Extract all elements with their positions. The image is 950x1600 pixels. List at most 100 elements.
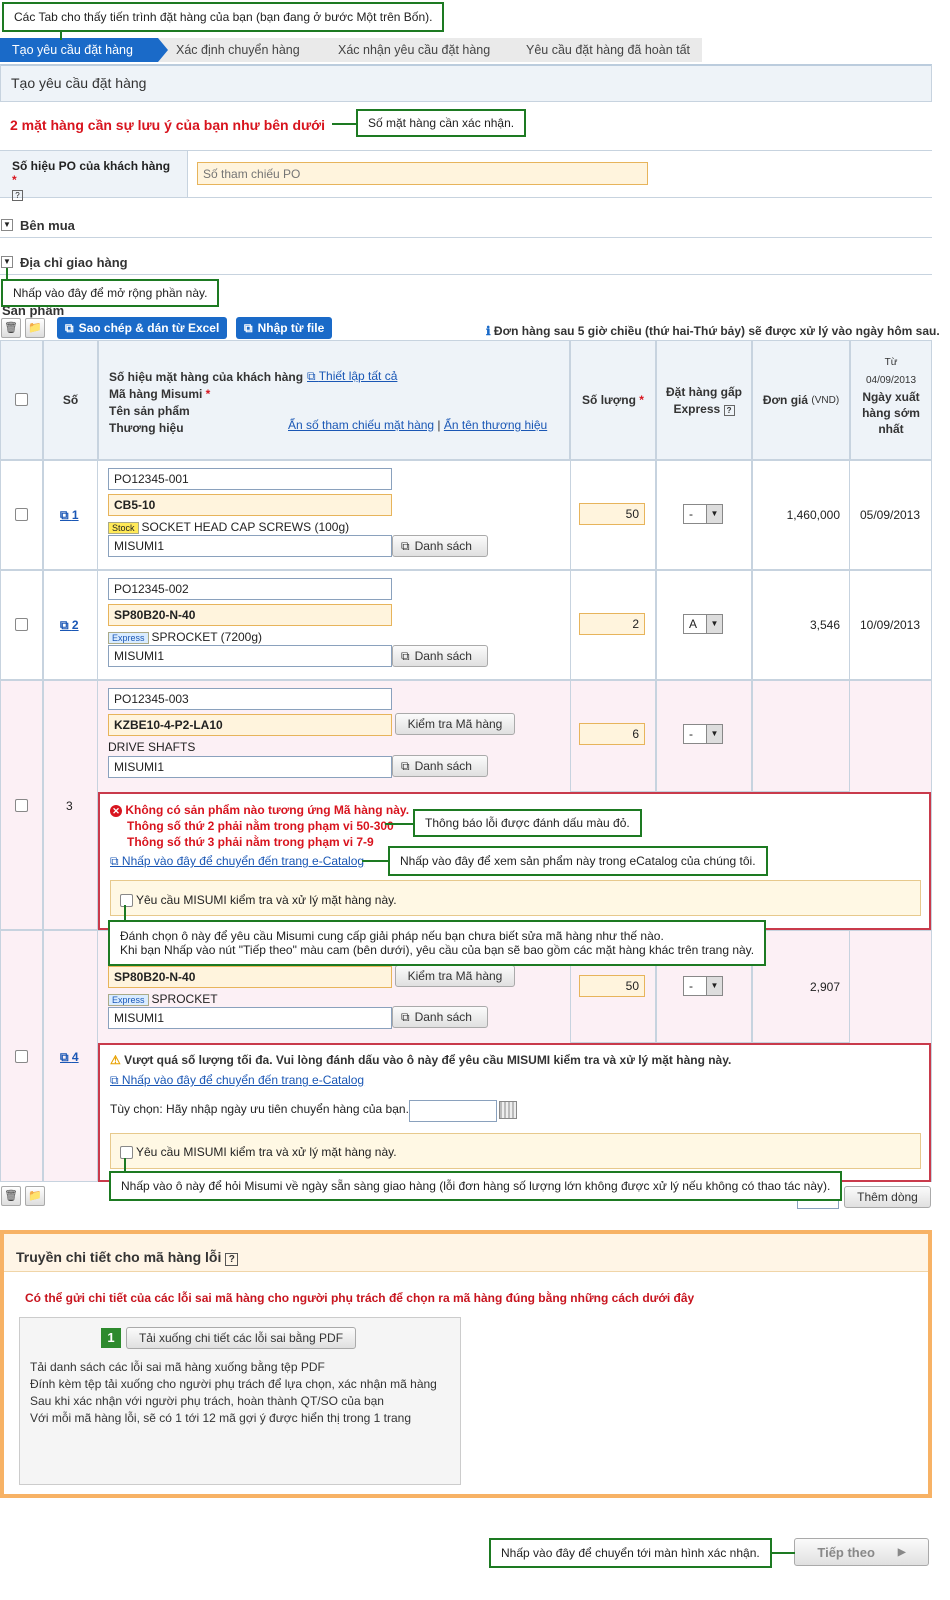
unit-price: 1,460,000 — [786, 508, 840, 522]
list-button[interactable]: ⧉ Danh sách — [392, 535, 488, 557]
product-name: Stock SOCKET HEAD CAP SCREWS (100g) — [108, 520, 349, 534]
callout-expand: Nhấp vào đây để mở rộng phần này. — [1, 279, 220, 307]
po-row: Số hiệu PO của khách hàng *? — [0, 150, 932, 201]
tab-confirm[interactable]: Xác nhận yêu cầu đặt hàng — [320, 38, 518, 62]
unit-price: 2,907 — [809, 980, 840, 994]
calendar-icon[interactable] — [499, 1101, 517, 1119]
help-icon[interactable]: ? — [225, 1253, 239, 1266]
row-checkbox[interactable] — [15, 618, 28, 631]
product-name: DRIVE SHAFTS — [108, 740, 196, 754]
delete-icon[interactable]: 🗑 — [1, 318, 21, 338]
check-code-button[interactable]: Kiểm tra Mã hàng — [395, 965, 515, 987]
customer-part-input[interactable]: PO12345-003 — [108, 688, 392, 710]
hide-ref-link[interactable]: Ẩn số tham chiếu mặt hàng — [288, 418, 434, 432]
detail-subtitle: Có thể gửi chi tiết của các lỗi sai mã h… — [25, 1291, 695, 1305]
header-no: Số — [43, 340, 98, 460]
progress-tabs: Tạo yêu cầu đặt hàng Xác định chuyển hàn… — [0, 38, 702, 62]
request-label: Yêu cầu MISUMI kiểm tra và xử lý mặt hàn… — [136, 893, 397, 907]
warning-icon: ⚠ — [110, 1053, 121, 1067]
stock-badge: Stock — [108, 522, 139, 534]
ecatalog-link[interactable]: ⧉ Nhấp vào đây để chuyển đến trang e-Cat… — [110, 854, 364, 869]
product-name: Express SPROCKET (7200g) — [108, 630, 262, 644]
tab-complete[interactable]: Yêu cầu đặt hàng đã hoàn tất — [508, 38, 702, 62]
add-row-button[interactable]: Thêm dòng — [844, 1186, 931, 1208]
brand-input[interactable]: MISUMI1 — [108, 535, 392, 557]
detail-title: Truyền chi tiết cho mã hàng lỗi ? — [16, 1249, 239, 1266]
qty-input[interactable]: 6 — [579, 723, 645, 745]
detail-instructions: Tải danh sách các lỗi sai mã hàng xuống … — [30, 1360, 437, 1425]
row-number: 3 — [66, 799, 73, 813]
unit-price: 3,546 — [809, 618, 840, 632]
po-input[interactable] — [197, 162, 648, 185]
window-icon: ⧉ — [401, 758, 410, 773]
ship-date: 05/09/2013 — [859, 508, 921, 522]
download-pdf-button[interactable]: Tải xuống chi tiết các lỗi sai bằng PDF — [126, 1327, 356, 1349]
brand-input[interactable]: MISUMI1 — [108, 1007, 392, 1029]
brand-input[interactable]: MISUMI1 — [108, 645, 392, 667]
next-button[interactable]: Tiếp theo ▶ — [794, 1538, 929, 1566]
qty-input[interactable]: 50 — [579, 975, 645, 997]
check-code-button[interactable]: Kiểm tra Mã hàng — [395, 713, 515, 735]
ecatalog-link[interactable]: ⧉ Nhấp vào đây để chuyển đến trang e-Cat… — [110, 1073, 364, 1088]
misumi-code-input[interactable]: SP80B20-N-40 — [108, 604, 392, 626]
customer-part-input[interactable]: PO12345-001 — [108, 468, 392, 490]
select-all-checkbox[interactable] — [15, 393, 28, 406]
folder-icon[interactable]: 📁 — [25, 1186, 45, 1206]
request-label: Yêu cầu MISUMI kiểm tra và xử lý mặt hàn… — [136, 1145, 397, 1159]
list-button[interactable]: ⧉ Danh sách — [392, 645, 488, 667]
callout-count: Số mặt hàng cần xác nhận. — [356, 109, 527, 137]
help-icon[interactable]: ? — [12, 190, 23, 201]
window-icon: ⧉ — [65, 320, 74, 335]
tab-shipping[interactable]: Xác định chuyển hàng — [158, 38, 330, 62]
delete-icon[interactable]: 🗑 — [1, 1186, 21, 1206]
misumi-code-input[interactable]: KZBE10-4-P2-LA10 — [108, 714, 392, 736]
row-checkbox[interactable] — [15, 799, 28, 812]
callout-ecatalog: Nhấp vào đây để xem sản phẩm này trong e… — [388, 846, 768, 876]
callout-next: Nhấp vào đây để chuyển tới màn hình xác … — [489, 1538, 772, 1568]
express-select[interactable]: A — [683, 614, 723, 634]
express-select[interactable]: - — [683, 976, 723, 996]
ship-date: 10/09/2013 — [859, 618, 921, 632]
header-ship-date: Từ 04/09/2013 Ngày xuất hàng sớm nhất — [850, 340, 932, 460]
copy-excel-button[interactable]: ⧉ Sao chép & dán từ Excel — [57, 317, 228, 339]
express-select[interactable]: - — [683, 724, 723, 744]
buyer-section[interactable]: Bên mua — [0, 218, 932, 238]
callout-date: Nhấp vào ô này để hỏi Misumi về ngày sẵn… — [109, 1171, 843, 1201]
express-badge: Express — [108, 632, 149, 644]
help-icon[interactable]: ? — [723, 405, 735, 416]
qty-input[interactable]: 2 — [579, 613, 645, 635]
misumi-code-input[interactable]: SP80B20-N-40 — [108, 966, 392, 988]
row-checkbox[interactable] — [15, 508, 28, 521]
header-express: Đặt hàng gấp Express ? — [656, 340, 752, 460]
row-checkbox[interactable] — [15, 1050, 28, 1063]
request-checkbox[interactable] — [120, 1146, 133, 1159]
preferred-date-input[interactable] — [409, 1100, 497, 1122]
request-checkbox[interactable] — [120, 894, 133, 907]
customer-part-input[interactable]: PO12345-002 — [108, 578, 392, 600]
brand-input[interactable]: MISUMI1 — [108, 756, 392, 778]
product-name: Express SPROCKET — [108, 992, 218, 1006]
window-icon: ⧉ — [401, 1009, 410, 1024]
misumi-code-input[interactable]: CB5-10 — [108, 494, 392, 516]
qty-input[interactable]: 50 — [579, 503, 645, 525]
tab-create-order[interactable]: Tạo yêu cầu đặt hàng — [0, 38, 168, 62]
header-part: Số hiệu mặt hàng của khách hàng Mã hàng M… — [98, 340, 570, 460]
express-badge: Express — [108, 994, 149, 1006]
error-box-row4: ⚠ Vượt quá số lượng tối đa. Vui lòng đán… — [98, 1043, 931, 1182]
row-number-link[interactable]: ⧉ 1 — [60, 508, 79, 523]
set-all-link[interactable]: ⧉ Thiết lập tất cả — [307, 369, 397, 384]
step-number: 1 — [101, 1328, 121, 1348]
list-button[interactable]: ⧉ Danh sách — [392, 1006, 488, 1028]
row-number-link[interactable]: ⧉ 2 — [60, 618, 79, 633]
hide-brand-link[interactable]: Ẩn tên thương hiệu — [444, 418, 547, 432]
info-icon: ℹ — [486, 324, 491, 338]
import-file-button[interactable]: ⧉ Nhập từ file — [236, 317, 333, 339]
callout-tabs: Các Tab cho thấy tiến trình đặt hàng của… — [2, 2, 445, 32]
preferred-date-label: Tùy chọn: Hãy nhập ngày ưu tiên chuyển h… — [110, 1102, 409, 1116]
list-button[interactable]: ⧉ Danh sách — [392, 755, 488, 777]
folder-icon[interactable]: 📁 — [25, 318, 45, 338]
row-number-link[interactable]: ⧉ 4 — [60, 1050, 79, 1065]
express-select[interactable]: - — [683, 504, 723, 524]
window-icon: ⧉ — [244, 320, 253, 335]
shipping-section[interactable]: Địa chỉ giao hàng — [0, 255, 932, 275]
